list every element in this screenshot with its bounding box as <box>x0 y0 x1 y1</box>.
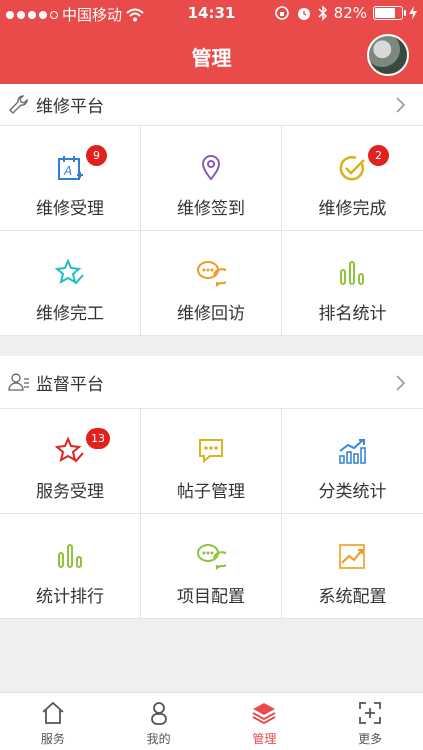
grid-item-label: 系统配置 <box>318 587 387 607</box>
alarm-icon <box>297 8 310 20</box>
grid-item-system-config[interactable]: 系统配置 <box>282 514 423 619</box>
section-header[interactable]: 维修平台 <box>0 84 423 126</box>
tab-more[interactable]: 更多 <box>317 693 423 750</box>
person-icon <box>150 702 167 725</box>
grid-item-label: 维修回访 <box>177 304 245 324</box>
chat-bubbles-icon <box>197 261 226 287</box>
wrench-icon <box>9 94 28 114</box>
grid-item-service-accept[interactable]: 13 服务受理 <box>0 409 141 514</box>
bar-chart-icon <box>58 544 82 568</box>
location-pin-icon <box>201 154 221 181</box>
tab-mine[interactable]: 我的 <box>106 693 212 750</box>
chart-trend-icon <box>339 544 365 569</box>
chat-bubbles-icon <box>197 544 226 570</box>
battery-percent: 82% <box>333 4 367 22</box>
grid-item-label: 维修完工 <box>36 304 104 324</box>
bar-chart-icon <box>340 261 364 285</box>
supervision-grid: 13 服务受理 帖子管理 分类统计 统计排行 项目配置 系统配置 <box>0 409 423 619</box>
plus-frame-icon <box>359 702 382 724</box>
section-title: 维修平台 <box>36 97 104 117</box>
chevron-right-icon[interactable] <box>391 96 409 114</box>
person-list-icon <box>8 373 29 391</box>
grid-item-ranking-stats[interactable]: 排名统计 <box>282 231 423 336</box>
grid-item-repair-signin[interactable]: 维修签到 <box>141 126 282 231</box>
grid-item-label: 项目配置 <box>177 587 245 607</box>
grid-item-repair-revisit[interactable]: 维修回访 <box>141 231 282 336</box>
chat-dots-icon <box>199 439 223 464</box>
chevron-right-icon[interactable] <box>391 374 409 392</box>
grid-item-label: 排名统计 <box>318 304 387 324</box>
tab-label: 我的 <box>146 732 171 746</box>
home-icon <box>42 701 64 724</box>
grid-item-label: 帖子管理 <box>177 482 245 502</box>
tab-bar: 服务 我的 管理 更多 <box>0 692 423 750</box>
svg-text:A: A <box>63 164 72 178</box>
grid-item-category-stats[interactable]: 分类统计 <box>282 409 423 514</box>
grid-item-label: 维修受理 <box>36 199 104 219</box>
notification-badge: 9 <box>86 145 107 166</box>
top-bar: 中国移动 14:31 82% 管理 <box>0 0 423 84</box>
grid-item-repair-finished[interactable]: 维修完工 <box>0 231 141 336</box>
tab-manage[interactable]: 管理 <box>212 693 318 750</box>
calendar-a-plus-icon: A <box>58 156 83 180</box>
section-title: 监督平台 <box>36 374 104 395</box>
grid-item-label: 分类统计 <box>318 482 387 502</box>
tab-label: 管理 <box>252 732 277 746</box>
tab-label: 服务 <box>40 732 65 746</box>
tab-service[interactable]: 服务 <box>0 693 106 750</box>
star-check-icon <box>55 258 84 285</box>
grid-item-label: 服务受理 <box>36 482 104 502</box>
notification-badge: 2 <box>368 145 389 166</box>
grid-item-label: 维修签到 <box>177 199 245 219</box>
star-check-icon <box>55 436 84 463</box>
charging-icon <box>409 6 417 20</box>
grid-item-repair-complete[interactable]: 2 维修完成 <box>282 126 423 231</box>
section-supervision-platform: 监督平台 13 服务受理 帖子管理 分类统计 统计排行 项目配置 系统配置 <box>0 356 423 619</box>
section-repair-platform: 维修平台 A 9 维修受理 维修签到 2 维修完成 维修完工 维修回访 排名统计 <box>0 84 423 336</box>
chart-trend-icon <box>339 439 366 464</box>
grid-item-post-management[interactable]: 帖子管理 <box>141 409 282 514</box>
grid-item-label: 维修完成 <box>318 199 387 219</box>
notification-badge: 13 <box>86 428 110 449</box>
repair-grid: A 9 维修受理 维修签到 2 维修完成 维修完工 维修回访 排名统计 <box>0 126 423 336</box>
check-circle-icon <box>339 155 365 181</box>
grid-item-stats-ranking[interactable]: 统计排行 <box>0 514 141 619</box>
status-bar: 中国移动 14:31 82% <box>0 0 423 28</box>
tab-label: 更多 <box>358 732 383 746</box>
battery-icon <box>373 6 406 20</box>
grid-item-label: 统计排行 <box>36 587 104 607</box>
grid-item-project-config[interactable]: 项目配置 <box>141 514 282 619</box>
avatar[interactable] <box>367 34 409 76</box>
page-title: 管理 <box>191 46 232 70</box>
layers-icon <box>252 703 276 725</box>
grid-item-repair-accept[interactable]: A 9 维修受理 <box>0 126 141 231</box>
section-header[interactable]: 监督平台 <box>0 356 423 409</box>
bluetooth-icon <box>318 5 327 21</box>
rotation-lock-icon <box>274 6 289 20</box>
